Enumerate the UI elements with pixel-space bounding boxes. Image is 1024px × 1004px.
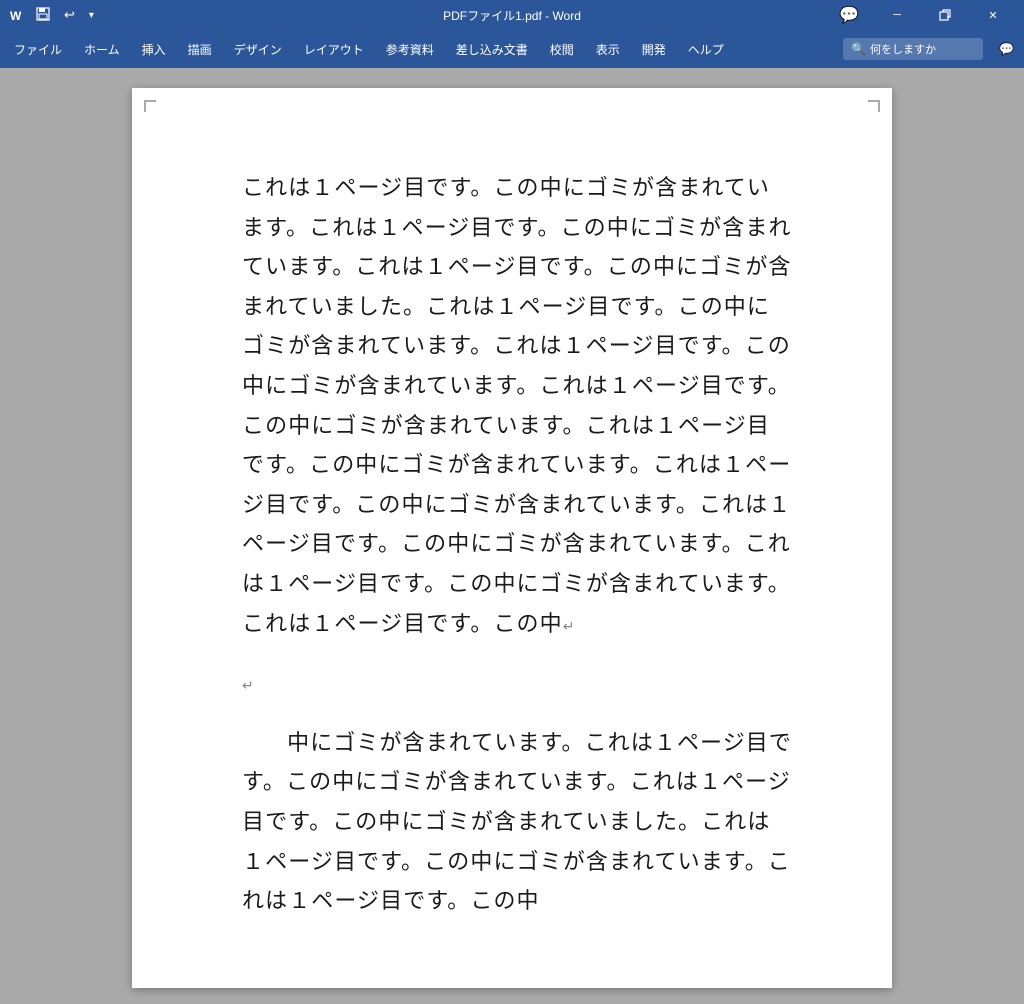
title-bar: W ↩ ▾ PDFファイル1.pdf - Word 💬 ─ ✕ — [0, 0, 1024, 30]
tab-insert[interactable]: 挿入 — [132, 35, 176, 64]
tab-developer[interactable]: 開発 — [632, 35, 676, 64]
document-page[interactable]: これは１ページ目です。この中にゴミが含まれています。これは１ページ目です。この中… — [132, 88, 892, 988]
close-btn[interactable]: ✕ — [970, 0, 1016, 30]
restore-btn[interactable] — [922, 0, 968, 30]
tab-draw[interactable]: 描画 — [178, 35, 222, 64]
undo-quick-btn[interactable]: ↩ — [60, 5, 79, 25]
page-corner-tl — [144, 100, 156, 112]
tab-home[interactable]: ホーム — [74, 35, 130, 64]
tab-review[interactable]: 校閲 — [540, 35, 584, 64]
paragraph-2: 中にゴミが含まれています。これは１ページ目です。この中にゴミが含まれています。こ… — [242, 723, 792, 921]
page-corner-tr — [868, 100, 880, 112]
search-icon: 🔍 — [851, 42, 866, 56]
ribbon-right-controls: 💬 — [993, 38, 1020, 60]
tab-help[interactable]: ヘルプ — [678, 35, 734, 64]
tab-references[interactable]: 参考資料 — [376, 35, 444, 64]
word-icon: W — [8, 6, 26, 24]
empty-paragraph: ↵ — [242, 663, 792, 703]
tab-mailings[interactable]: 差し込み文書 — [446, 35, 538, 64]
comment-btn[interactable]: 💬 — [826, 0, 872, 30]
ribbon-search-box[interactable]: 🔍 何をしますか — [843, 38, 983, 60]
page-content: これは１ページ目です。この中にゴミが含まれています。これは１ページ目です。この中… — [242, 168, 792, 921]
tab-file[interactable]: ファイル — [4, 35, 72, 64]
dropdown-quick-btn[interactable]: ▾ — [85, 8, 98, 23]
window-title: PDFファイル1.pdf - Word — [443, 7, 581, 24]
ribbon: ファイル ホーム 挿入 描画 デザイン レイアウト 参考資料 差し込み文書 校閲… — [0, 30, 1024, 68]
tab-layout[interactable]: レイアウト — [294, 35, 374, 64]
title-bar-left: W ↩ ▾ — [8, 5, 98, 26]
title-bar-controls: 💬 ─ ✕ — [826, 0, 1016, 30]
svg-text:W: W — [10, 9, 22, 23]
tab-design[interactable]: デザイン — [224, 35, 292, 64]
minimize-btn[interactable]: ─ — [874, 0, 920, 30]
document-area: これは１ページ目です。この中にゴミが含まれています。これは１ページ目です。この中… — [0, 68, 1024, 1004]
tab-view[interactable]: 表示 — [586, 35, 630, 64]
ribbon-comment-btn[interactable]: 💬 — [993, 38, 1020, 60]
search-placeholder-text: 何をしますか — [870, 41, 936, 57]
save-quick-btn[interactable] — [32, 5, 54, 26]
paragraph-1: これは１ページ目です。この中にゴミが含まれています。これは１ページ目です。この中… — [242, 168, 792, 643]
